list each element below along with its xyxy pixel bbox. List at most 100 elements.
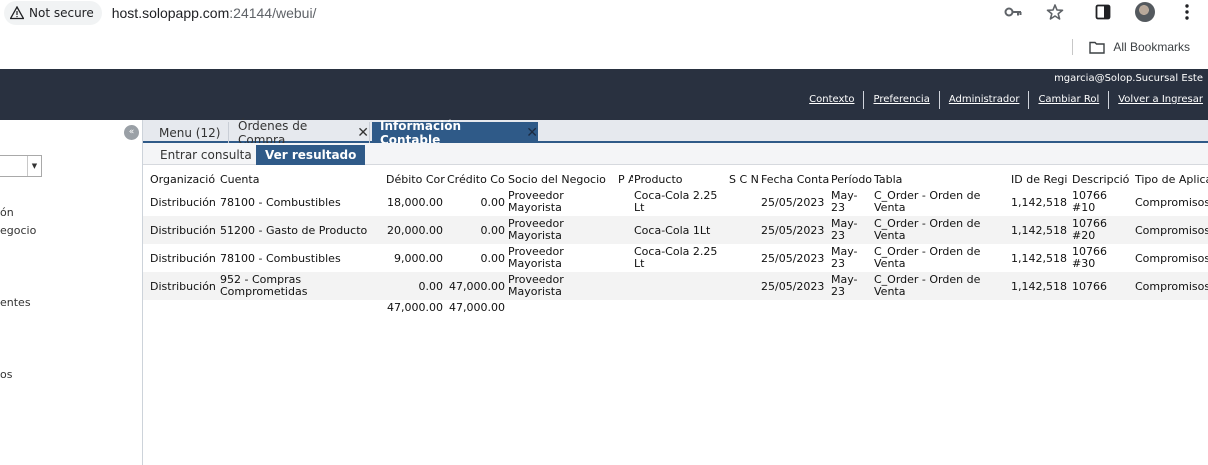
cell-cuenta: 952 - Compras Comprometidas (220, 274, 308, 298)
close-icon[interactable]: ✕ (357, 125, 369, 141)
folder-icon[interactable] (1089, 41, 1106, 54)
app-header: mgarcia@Solop.Sucursal Este Contexto Pre… (0, 69, 1208, 120)
cell-org: Distribución (150, 225, 216, 237)
entrar-consulta-tab[interactable]: Entrar consulta (151, 145, 262, 165)
left-menu-item[interactable]: ón (0, 206, 14, 219)
cell-id: 1,142,518 (1011, 197, 1067, 209)
cell-descripcion: 10766 #30 (1072, 246, 1107, 270)
cell-fecha: 25/05/2023 (761, 253, 825, 265)
cell-credito: 0.00 (480, 253, 506, 265)
column-header[interactable]: Tipo de Aplica (1135, 174, 1208, 186)
cell-credito: 0.00 (480, 197, 506, 209)
cell-org: Distribución (150, 197, 216, 209)
url-path: :24144/webui/ (229, 5, 317, 21)
cell-producto: Coca-Cola 1Lt (634, 225, 711, 237)
cell-tipo: Compromisos (1135, 225, 1208, 237)
column-header[interactable]: Período (831, 174, 873, 186)
security-indicator[interactable]: Not secure (4, 1, 102, 25)
column-header[interactable]: ID de Regi (1011, 174, 1071, 186)
ver-resultado-tab[interactable]: Ver resultado (256, 145, 366, 165)
cell-producto: Coca-Cola 2.25 Lt (634, 190, 718, 214)
cell-tipo: Compromisos (1135, 197, 1208, 209)
left-panel: « ▼ ón egocio entes os (0, 120, 143, 465)
url-host: host.solopapp.com (111, 5, 230, 21)
cell-descripcion: 10766 (1072, 281, 1107, 293)
all-bookmarks-link[interactable]: All Bookmarks (1113, 40, 1190, 54)
tab-label: Menu (12) (159, 125, 221, 140)
cell-cuenta: 51200 - Gasto de Producto (220, 225, 368, 237)
cell-socio: Proveedor Mayorista (508, 218, 564, 242)
cell-descripcion: 10766 #20 (1072, 218, 1107, 242)
column-header[interactable]: Débito Cor (386, 174, 446, 186)
totals-row: 47,000.00 47,000.00 (143, 300, 1208, 318)
user-label: mgarcia@Solop.Sucursal Este (1054, 73, 1203, 84)
url-text[interactable]: host.solopapp.com:24144/webui/ (112, 5, 317, 21)
cell-tipo: Compromisos (1135, 281, 1208, 293)
cell-descripcion: 10766 #10 (1072, 190, 1107, 214)
cell-fecha: 25/05/2023 (761, 197, 825, 209)
column-header[interactable]: Tabla (874, 174, 1011, 186)
side-panel-icon[interactable] (1092, 1, 1114, 23)
table-row[interactable]: Distribución 78100 - Combustibles 18,000… (143, 190, 1208, 216)
tab-ordenes-de-compra[interactable]: Órdenes de Compra ✕ (230, 119, 370, 147)
column-header[interactable]: P A (618, 174, 633, 186)
column-header[interactable]: Socio del Negocio (508, 174, 617, 186)
cell-producto: Coca-Cola 2.25 Lt (634, 246, 718, 270)
cell-fecha: 25/05/2023 (761, 225, 825, 237)
tab-informacion-contable[interactable]: Información Contable ✕ (372, 119, 538, 147)
bookmarks-bar: All Bookmarks (0, 36, 1208, 58)
column-header[interactable]: Producto (634, 174, 728, 186)
left-menu-item[interactable]: egocio (0, 224, 36, 237)
cell-org: Distribución (150, 253, 216, 265)
panel-select[interactable]: ▼ (0, 155, 42, 177)
cell-debito: 9,000.00 (394, 253, 443, 265)
contexto-link[interactable]: Contexto (800, 91, 865, 109)
warning-icon (10, 6, 24, 20)
collapse-panel-icon[interactable]: « (124, 125, 139, 140)
cell-periodo: May-23 (831, 190, 858, 214)
key-icon[interactable] (1002, 1, 1024, 23)
profile-avatar[interactable] (1134, 1, 1156, 23)
window-tabs: Menu (12) Órdenes de Compra ✕ Informació… (143, 119, 1208, 147)
security-label: Not secure (29, 6, 94, 20)
cell-fecha: 25/05/2023 (761, 281, 825, 293)
cambiar-rol-link[interactable]: Cambiar Rol (1029, 91, 1110, 109)
column-header[interactable]: Crédito Co (447, 174, 507, 186)
table-row[interactable]: Distribución 51200 - Gasto de Producto 2… (143, 216, 1208, 244)
chevron-down-icon[interactable]: ▼ (27, 156, 41, 176)
cell-id: 1,142,518 (1011, 253, 1067, 265)
left-menu-item[interactable]: os (0, 368, 12, 381)
volver-a-ingresar-link[interactable]: Volver a Ingresar (1109, 91, 1203, 109)
table-row[interactable]: Distribución 952 - Compras Comprometidas… (143, 272, 1208, 300)
cell-debito: 0.00 (418, 281, 444, 293)
cell-periodo: May-23 (831, 274, 858, 298)
cell-tabla: C_Order - Orden de Venta (874, 246, 981, 270)
cell-tipo: Compromisos (1135, 253, 1208, 265)
bookmark-star-icon[interactable] (1044, 1, 1066, 23)
column-header[interactable]: Fecha Conta (761, 174, 829, 186)
table-row[interactable]: Distribución 78100 - Combustibles 9,000.… (143, 244, 1208, 272)
column-header[interactable]: Descripció (1072, 174, 1134, 186)
cell-tabla: C_Order - Orden de Venta (874, 218, 981, 242)
more-menu-icon[interactable] (1176, 1, 1198, 23)
left-menu-item[interactable]: entes (0, 296, 31, 309)
tab-menu[interactable]: Menu (12) (151, 122, 229, 143)
total-debito: 47,000.00 (387, 302, 443, 314)
avatar (1135, 2, 1155, 22)
bookmarks-divider (1072, 39, 1074, 55)
header-nav: Contexto Preferencia Administrador Cambi… (800, 91, 1203, 109)
cell-debito: 18,000.00 (387, 197, 443, 209)
cell-debito: 20,000.00 (387, 225, 443, 237)
cell-org: Distribución (150, 281, 216, 293)
administrador-link[interactable]: Administrador (940, 91, 1030, 109)
preferencia-link[interactable]: Preferencia (864, 91, 940, 109)
total-credito: 47,000.00 (449, 302, 505, 314)
cell-tabla: C_Order - Orden de Venta (874, 190, 981, 214)
column-header[interactable]: Organizació (150, 174, 220, 186)
column-header[interactable]: Cuenta (220, 174, 386, 186)
close-icon[interactable]: ✕ (526, 125, 538, 141)
cell-periodo: May-23 (831, 218, 858, 242)
column-header[interactable]: S C N (729, 174, 759, 186)
cell-credito: 0.00 (480, 225, 506, 237)
cell-periodo: May-23 (831, 246, 858, 270)
